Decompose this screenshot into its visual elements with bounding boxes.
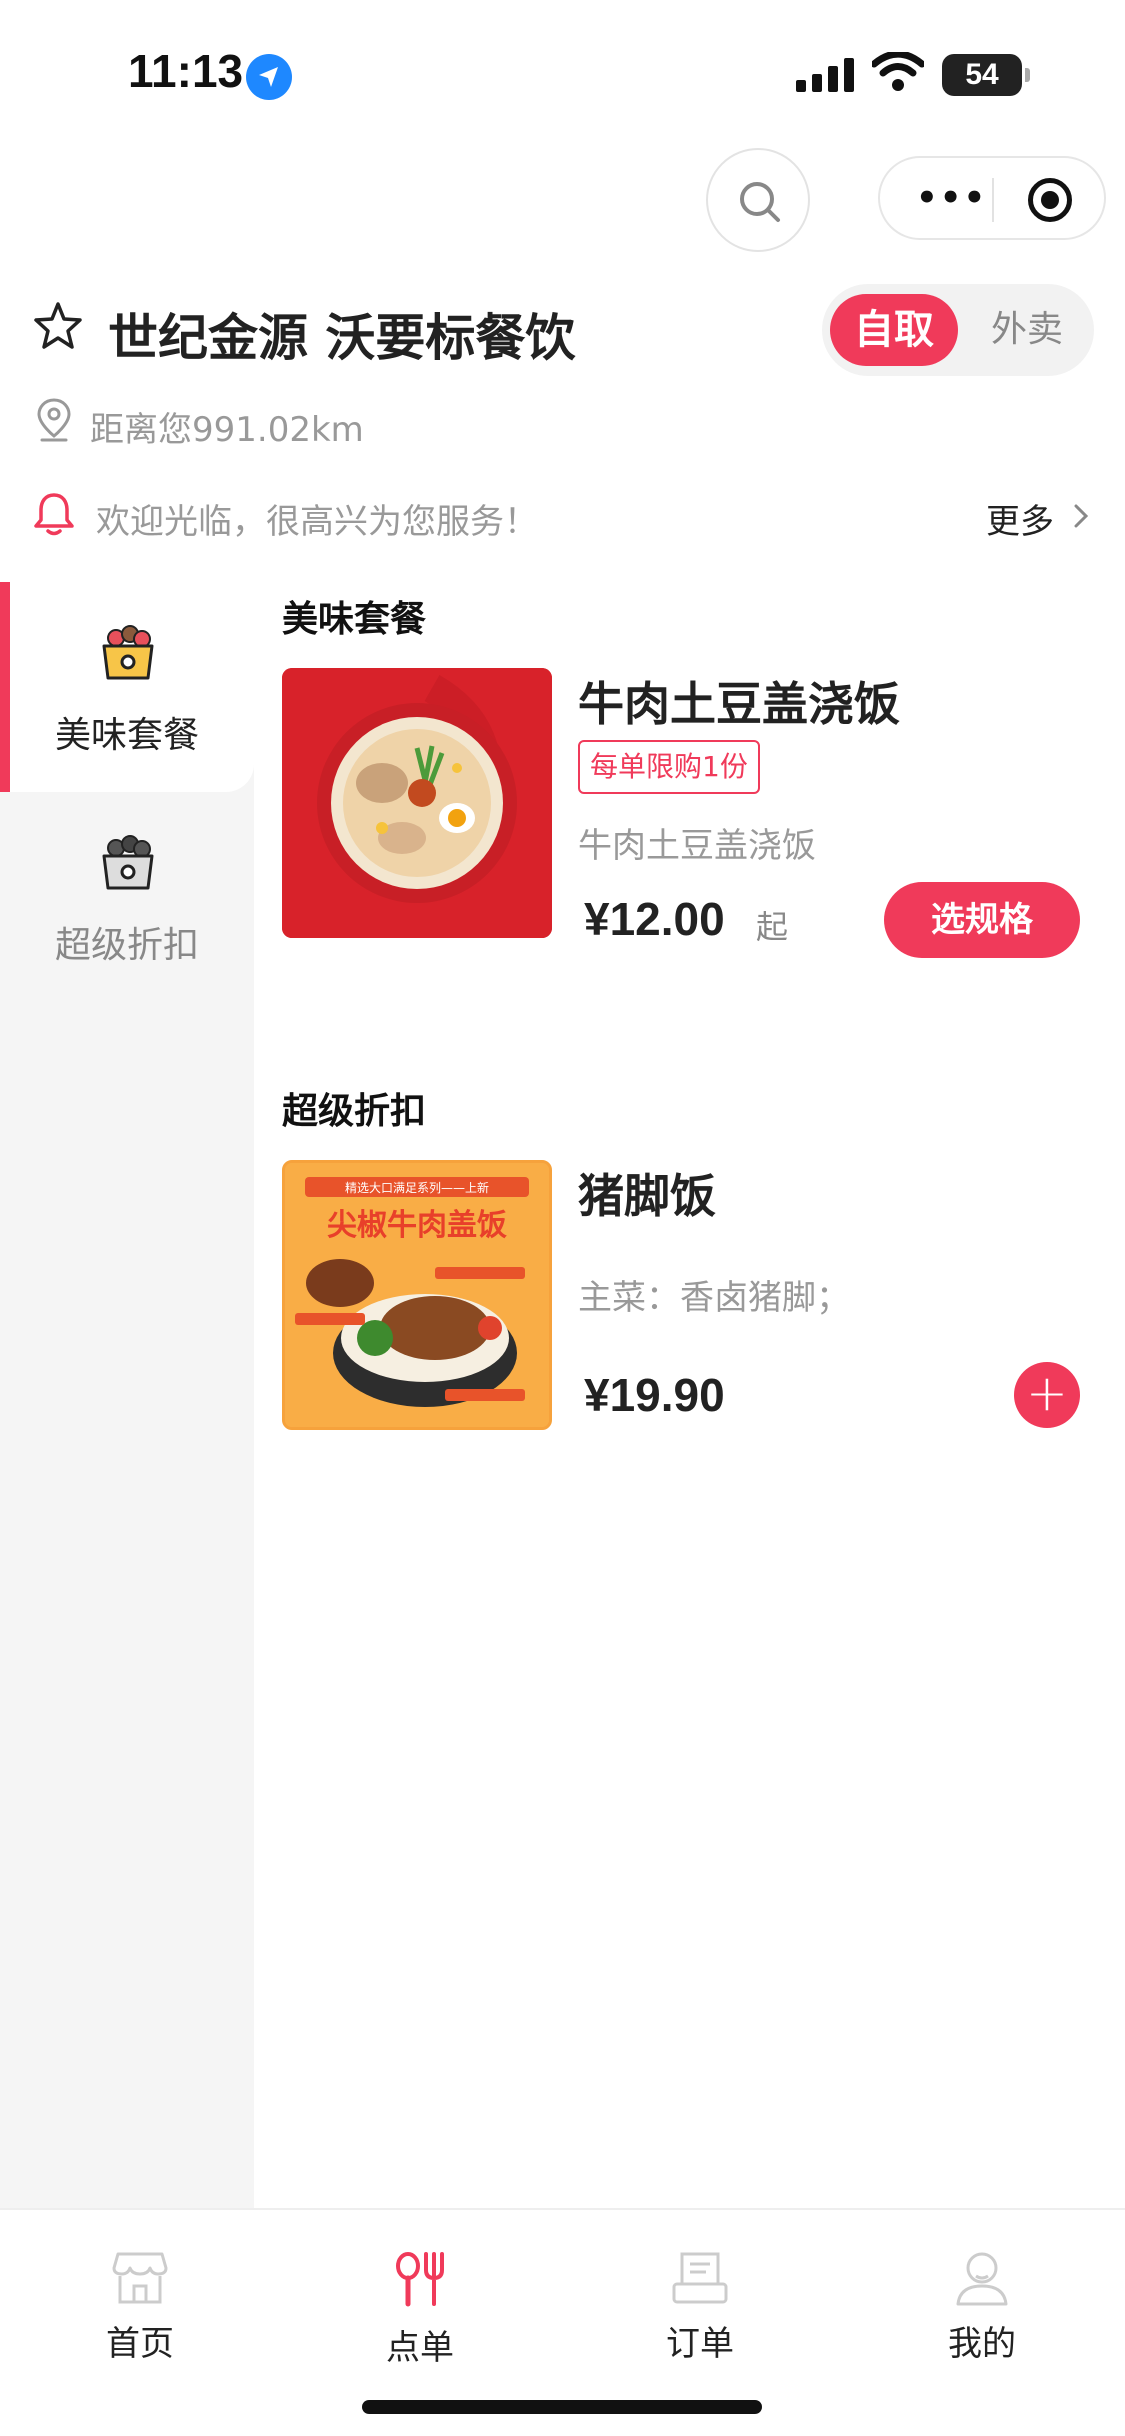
- tab-mine[interactable]: 我的: [882, 2230, 1082, 2365]
- tab-label: 我的: [948, 2324, 1016, 2364]
- select-spec-button[interactable]: 选规格: [884, 882, 1080, 958]
- purchase-limit-badge: 每单限购1份: [578, 740, 760, 794]
- status-bar: 11:13 54: [0, 0, 1125, 150]
- product-image[interactable]: 精选大口满足系列——上新 尖椒牛肉盖饭: [282, 1160, 552, 1430]
- tab-orders[interactable]: 订单: [600, 2230, 800, 2365]
- product-price: ¥12.00: [584, 893, 725, 945]
- location-arrow-icon: [246, 54, 292, 100]
- chevron-right-icon[interactable]: [1072, 502, 1090, 530]
- store-distance: 距离您991.02km: [90, 410, 364, 450]
- receipt-icon: [672, 2252, 728, 2304]
- pickup-delivery-toggle: 自取 外卖: [822, 284, 1094, 376]
- store-icon: [112, 2252, 168, 2304]
- battery-indicator: 54: [942, 54, 1030, 96]
- sidebar-item-super-discount[interactable]: 超级折扣: [0, 792, 254, 1002]
- home-indicator: [362, 2400, 762, 2414]
- tab-home[interactable]: 首页: [40, 2230, 240, 2365]
- section-title: 美味套餐: [282, 599, 427, 640]
- product-description: 牛肉土豆盖浇饭: [578, 826, 816, 866]
- search-icon: [740, 182, 780, 222]
- close-miniprogram-icon[interactable]: [1028, 178, 1072, 222]
- notice-bell-icon: [34, 493, 74, 536]
- section-title: 超级折扣: [282, 1091, 427, 1132]
- cellular-signal-icon: [796, 58, 854, 92]
- tab-label: 点单: [386, 2328, 454, 2368]
- favorite-star-icon[interactable]: [32, 300, 84, 352]
- product-description: 主菜：香卤猪脚；: [578, 1278, 850, 1318]
- sidebar-label: 美味套餐: [54, 715, 199, 756]
- product-image[interactable]: [282, 668, 552, 938]
- location-pin-icon: [37, 398, 71, 442]
- store-notice: 欢迎光临，很高兴为您服务！: [96, 502, 538, 542]
- status-time: 11:13: [128, 45, 244, 97]
- store-name: 世纪金源 沃要标餐饮: [108, 309, 576, 367]
- miniprogram-capsule: •••: [878, 156, 1106, 240]
- ramen-bowl-image: [282, 668, 552, 938]
- more-link[interactable]: 更多: [986, 494, 1054, 543]
- food-basket-icon: [102, 625, 154, 680]
- search-button[interactable]: [706, 148, 810, 252]
- delivery-mode-button[interactable]: 外卖: [972, 294, 1082, 366]
- product-name: 猪脚饭: [578, 1169, 716, 1223]
- tab-label: 首页: [106, 2324, 174, 2364]
- tab-order[interactable]: 点单: [320, 2230, 520, 2369]
- food-basket-icon: [102, 835, 154, 890]
- capsule-divider: [992, 178, 994, 222]
- sidebar-item-delicious-set[interactable]: 美味套餐: [0, 582, 254, 792]
- poster-headline-text: 尖椒牛肉盖饭: [327, 1208, 507, 1243]
- product-price: ¥19.90: [584, 1369, 725, 1421]
- pickup-mode-button[interactable]: 自取: [830, 294, 958, 366]
- beef-rice-poster-image: 精选大口满足系列——上新 尖椒牛肉盖饭: [285, 1163, 549, 1427]
- tab-label: 订单: [666, 2324, 734, 2364]
- category-sidebar: 美味套餐 超级折扣: [0, 582, 254, 2210]
- poster-banner-text: 精选大口满足系列——上新: [345, 1180, 489, 1195]
- price-suffix: 起: [756, 908, 789, 946]
- user-icon: [956, 2252, 1008, 2306]
- sidebar-label: 超级折扣: [54, 925, 199, 966]
- more-options-icon[interactable]: •••: [916, 181, 987, 215]
- utensils-icon: [396, 2252, 444, 2307]
- wifi-icon: [872, 52, 924, 91]
- add-to-cart-button[interactable]: +: [1014, 1362, 1080, 1428]
- product-name: 牛肉土豆盖浇饭: [578, 677, 900, 731]
